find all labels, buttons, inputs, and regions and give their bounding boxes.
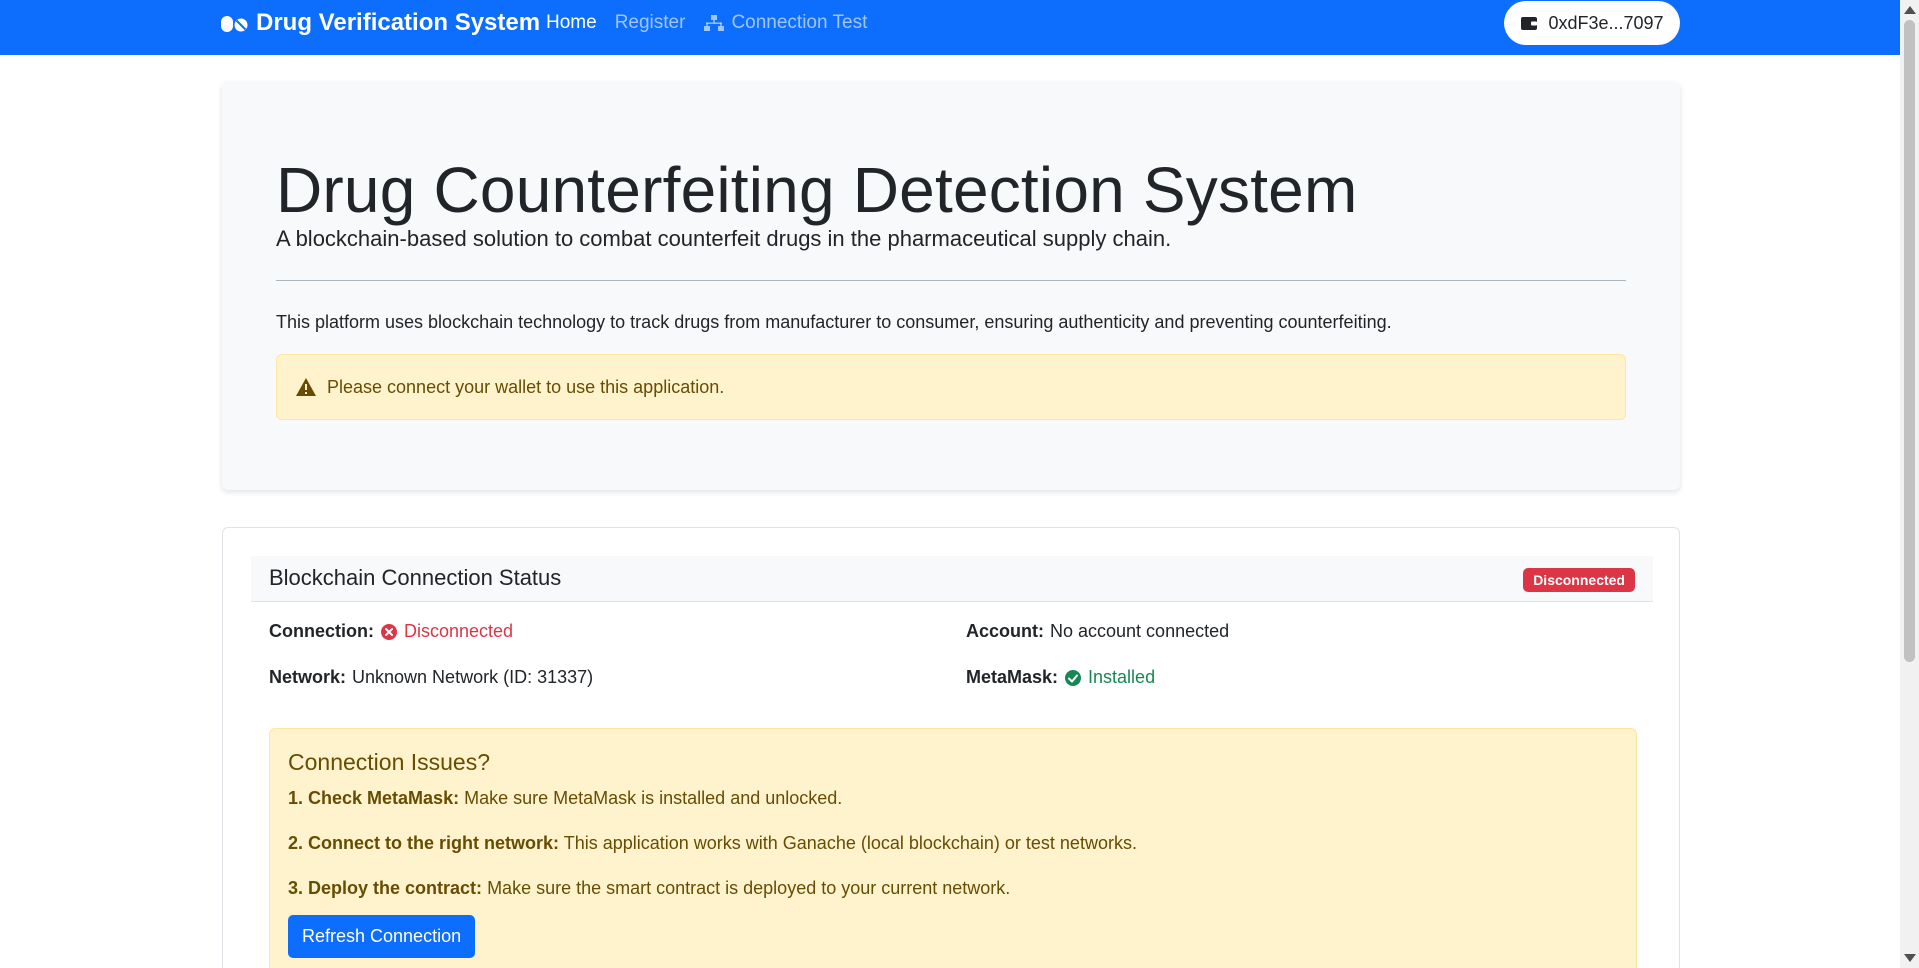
issue-label: 1. Check MetaMask: [288, 788, 460, 808]
hero-lead: A blockchain-based solution to combat co… [276, 226, 1172, 251]
connection-label: Connection: [269, 621, 374, 641]
issue-label: 2. Connect to the right network: [288, 833, 560, 853]
network-value: Unknown Network (ID: 31337) [352, 667, 594, 687]
warning-triangle-icon [296, 378, 316, 396]
issue-text: Make sure MetaMask is installed and unlo… [464, 788, 843, 808]
metamask-label: MetaMask: [966, 667, 1059, 687]
metamask-info: MetaMask: Installed [966, 667, 1155, 688]
viewport: Drug Verification System Home Register C… [0, 0, 1919, 968]
network-info: Network: Unknown Network (ID: 31337) [269, 667, 593, 688]
nav-register-label: Register [614, 11, 686, 33]
wallet-warning-text: Please connect your wallet to use this a… [327, 376, 725, 397]
metamask-value: Installed [1088, 667, 1156, 687]
issue-item: 1. Check MetaMask: Make sure MetaMask is… [288, 786, 1618, 810]
account-label: Account: [966, 621, 1044, 641]
nav-connection-test-label: Connection Test [731, 11, 868, 33]
connection-value: Disconnected [404, 621, 514, 641]
connection-status-card: Blockchain Connection Status Disconnecte… [222, 527, 1680, 968]
network-icon [704, 14, 725, 31]
account-info: Account: No account connected [966, 621, 1229, 642]
status-card-header: Blockchain Connection Status Disconnecte… [251, 556, 1653, 602]
brand-text: Drug Verification System [256, 8, 541, 36]
scroll-thumb[interactable] [1904, 20, 1915, 662]
nav-home[interactable]: Home [546, 12, 597, 34]
pills-icon [221, 15, 248, 32]
connection-info: Connection: Disconnected [269, 621, 513, 642]
issue-text: This application works with Ganache (loc… [563, 833, 1137, 853]
wallet-address: 0xdF3e...7097 [1548, 12, 1664, 33]
nav-home-label: Home [546, 11, 597, 33]
refresh-connection-button[interactable]: Refresh Connection [288, 915, 476, 958]
status-badge: Disconnected [1523, 568, 1635, 592]
scroll-up-icon[interactable] [1904, 6, 1916, 14]
status-card-title: Blockchain Connection Status [269, 565, 562, 590]
wallet-icon [1521, 17, 1538, 30]
wallet-warning-alert: Please connect your wallet to use this a… [276, 354, 1626, 420]
navbar: Drug Verification System Home Register C… [0, 0, 1900, 55]
issues-title: Connection Issues? [288, 749, 491, 775]
connection-issues-alert: Connection Issues? 1. Check MetaMask: Ma… [269, 728, 1637, 968]
page-title: Drug Counterfeiting Detection System [276, 154, 1358, 226]
issue-item: 2. Connect to the right network: This ap… [288, 831, 1618, 855]
hero-card: Drug Counterfeiting Detection System A b… [222, 82, 1680, 490]
scrollbar[interactable] [1900, 0, 1919, 968]
issue-label: 3. Deploy the contract: [288, 878, 483, 898]
hero-divider [276, 280, 1626, 281]
issue-text: Make sure the smart contract is deployed… [487, 878, 1011, 898]
wallet-button[interactable]: 0xdF3e...7097 [1504, 1, 1680, 45]
issue-item: 3. Deploy the contract: Make sure the sm… [288, 876, 1618, 900]
network-label: Network: [269, 667, 347, 687]
x-circle-icon [381, 623, 397, 640]
scroll-down-icon[interactable] [1904, 954, 1916, 962]
hero-description: This platform uses blockchain technology… [276, 312, 1392, 332]
account-value: No account connected [1050, 621, 1230, 641]
nav-links: Home Register Connection Test [546, 0, 867, 45]
nav-register[interactable]: Register [615, 12, 686, 34]
brand[interactable]: Drug Verification System [220, 0, 540, 45]
nav-connection-test[interactable]: Connection Test [703, 12, 867, 34]
check-circle-icon [1065, 669, 1082, 686]
